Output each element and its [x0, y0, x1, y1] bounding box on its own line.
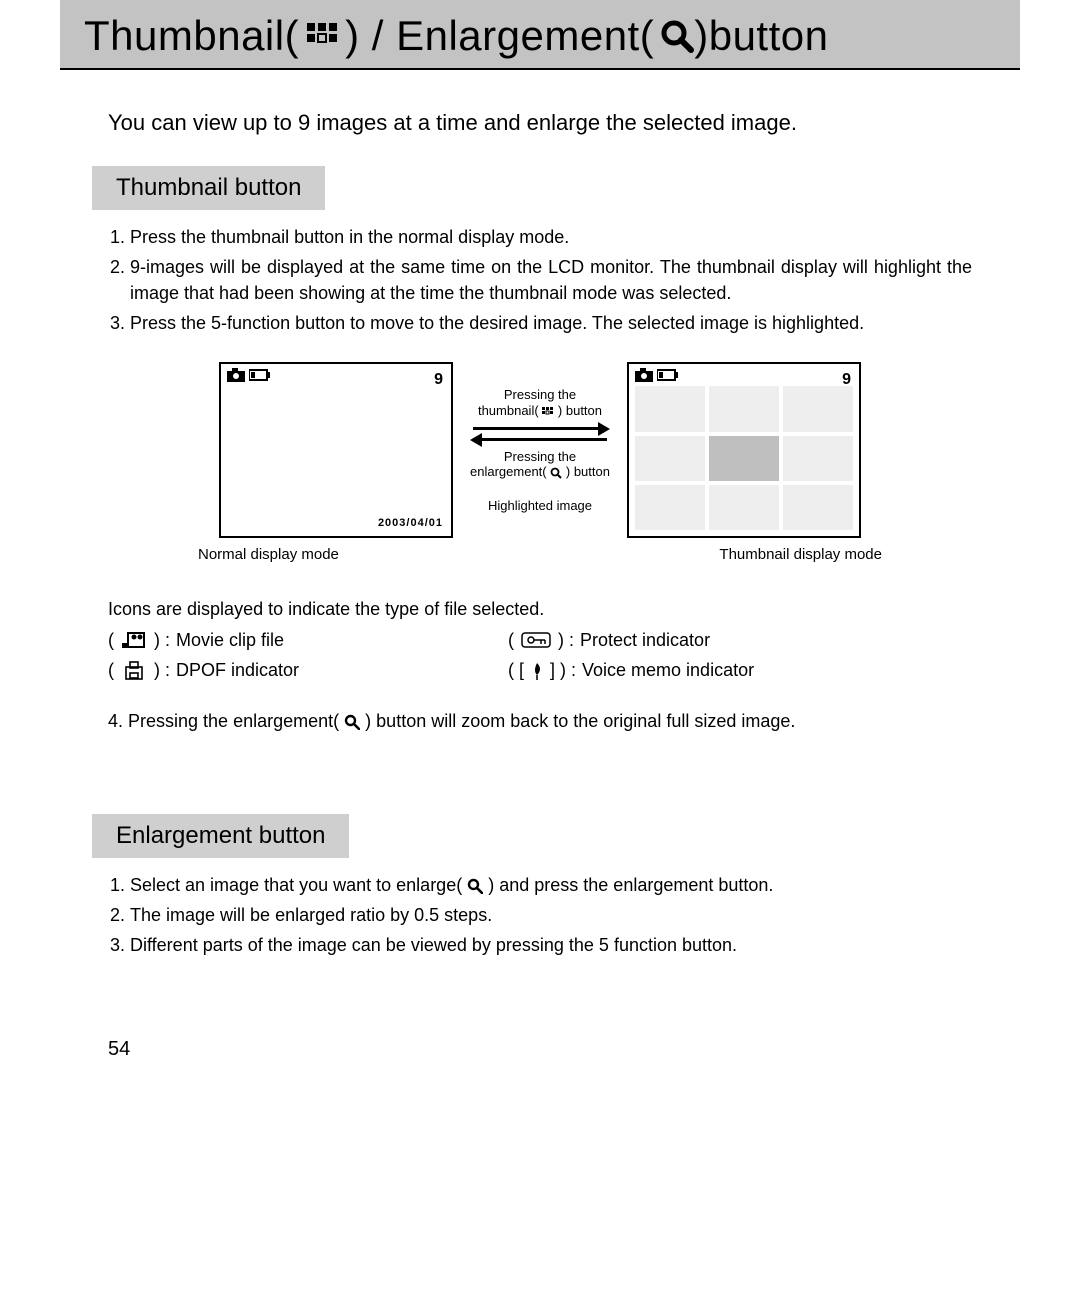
- intro-text: You can view up to 9 images at a time an…: [60, 70, 1020, 166]
- thumbnail-icon: [542, 407, 554, 417]
- list-item: 9-images will be displayed at the same t…: [130, 254, 972, 306]
- date-stamp: 2003/04/01: [378, 516, 443, 532]
- list-item: Select an image that you want to enlarge…: [130, 872, 972, 898]
- transition-labels: Pressing the thumbnail( ) button Pressin…: [465, 387, 615, 513]
- icon-legend: Icons are displayed to indicate the type…: [108, 594, 972, 686]
- step-4: 4. Pressing the enlargement( ) button wi…: [108, 708, 972, 734]
- battery-icon: [249, 369, 271, 381]
- thumbnail-grid: [635, 386, 853, 530]
- caption-normal: Normal display mode: [198, 544, 339, 566]
- arrow-left-icon: [473, 438, 607, 441]
- page-title: Thumbnail( ) / Enlargement( )button: [60, 0, 1020, 70]
- protect-icon: [520, 632, 552, 648]
- arrow-right-icon: [473, 427, 607, 430]
- enlargement-steps: Select an image that you want to enlarge…: [108, 872, 972, 958]
- magnify-icon: [660, 19, 694, 53]
- section-heading-thumbnail: Thumbnail button: [92, 166, 325, 210]
- voice-memo-icon: [530, 661, 544, 681]
- title-text: )button: [694, 12, 828, 60]
- list-item: Press the thumbnail button in the normal…: [130, 224, 972, 250]
- thumbnail-display-lcd: 9: [627, 362, 861, 538]
- page-number: 54: [108, 1038, 1020, 1061]
- magnify-icon: [550, 467, 562, 479]
- magnify-icon: [344, 714, 360, 730]
- title-text: ) / Enlargement(: [345, 12, 654, 60]
- camera-icon: [227, 368, 245, 382]
- thumbnail-steps: Press the thumbnail button in the normal…: [108, 224, 972, 336]
- highlighted-label: Highlighted image: [465, 498, 615, 514]
- mode-diagram: 9 2003/04/01 Pressing the thumbnail( ) b…: [108, 362, 972, 538]
- title-text: Thumbnail(: [84, 12, 299, 60]
- highlighted-cell: [709, 436, 779, 481]
- thumbnail-icon: [305, 21, 339, 51]
- list-item: Press the 5-function button to move to t…: [130, 310, 972, 336]
- battery-icon: [657, 369, 679, 381]
- magnify-icon: [467, 878, 483, 894]
- section-heading-enlargement: Enlargement button: [92, 814, 349, 858]
- image-count: 9: [434, 368, 443, 391]
- normal-display-lcd: 9 2003/04/01: [219, 362, 453, 538]
- caption-thumbnail: Thumbnail display mode: [719, 544, 882, 566]
- dpof-icon: [120, 661, 148, 681]
- list-item: Different parts of the image can be view…: [130, 932, 972, 958]
- camera-icon: [635, 368, 653, 382]
- list-item: The image will be enlarged ratio by 0.5 …: [130, 902, 972, 928]
- movie-clip-icon: [120, 631, 148, 649]
- legend-intro: Icons are displayed to indicate the type…: [108, 594, 972, 625]
